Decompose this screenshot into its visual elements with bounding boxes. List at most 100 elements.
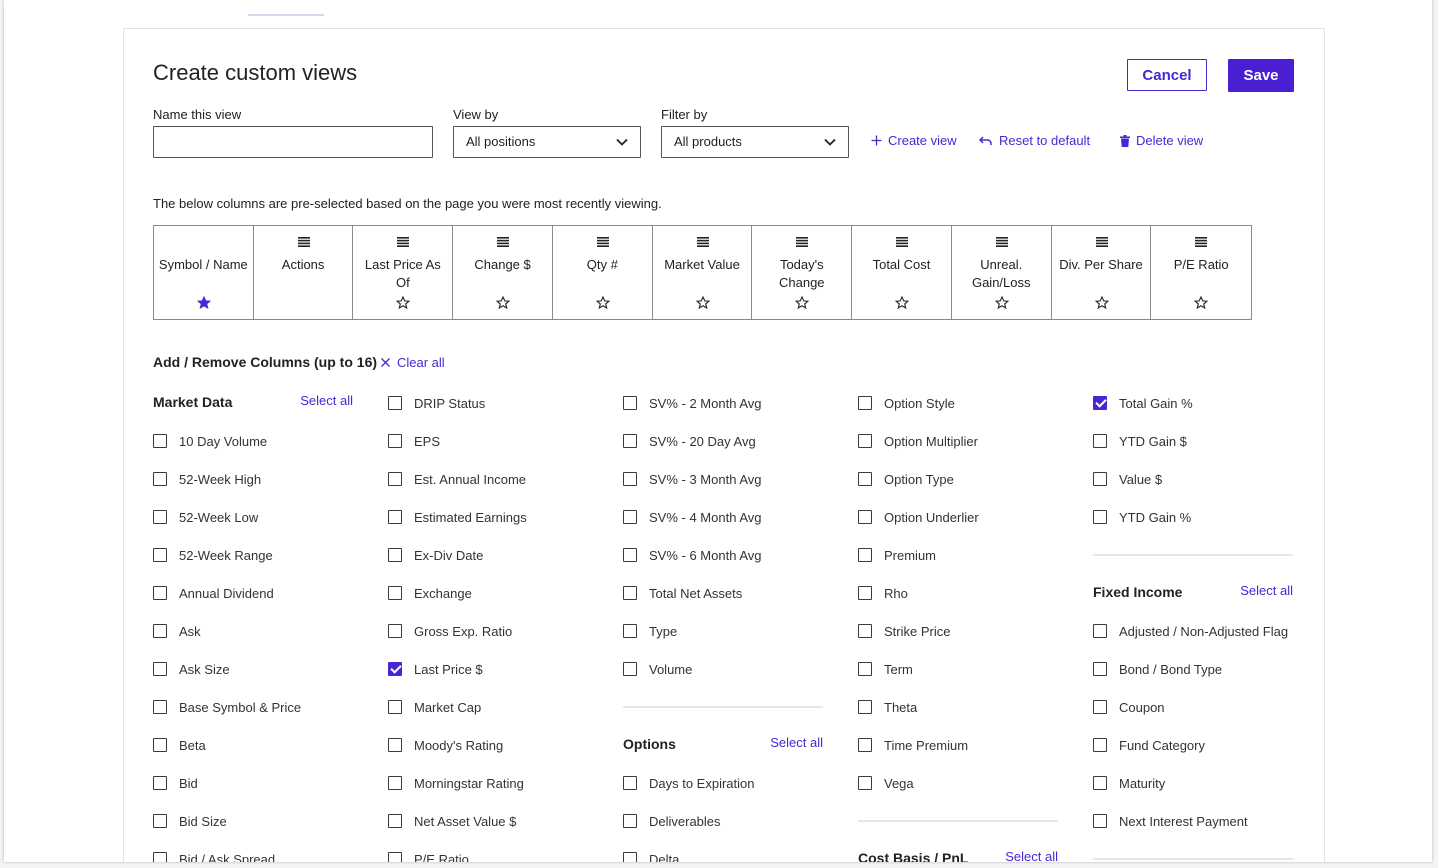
create-view-link[interactable]: Create view	[871, 133, 957, 148]
checkbox[interactable]	[153, 434, 167, 448]
star-icon[interactable]	[795, 296, 810, 310]
checkbox[interactable]	[623, 852, 637, 862]
star-icon[interactable]	[496, 296, 511, 310]
column-option[interactable]: Option Underlier	[858, 498, 1058, 536]
checkbox[interactable]	[153, 472, 167, 486]
checkbox[interactable]	[153, 700, 167, 714]
column-cell[interactable]: Actions	[254, 226, 354, 319]
checkbox[interactable]	[1093, 662, 1107, 676]
column-option[interactable]: SV% - 6 Month Avg	[623, 536, 823, 574]
column-option[interactable]: Deliverables	[623, 802, 823, 840]
star-icon[interactable]	[595, 296, 610, 310]
checkbox[interactable]	[858, 472, 872, 486]
column-option[interactable]: 52-Week High	[153, 460, 353, 498]
column-option[interactable]: Maturity	[1093, 764, 1293, 802]
column-option[interactable]: Type	[623, 612, 823, 650]
column-option[interactable]: P/E Ratio	[388, 840, 588, 862]
column-option[interactable]: Moody's Rating	[388, 726, 588, 764]
column-option[interactable]: Term	[858, 650, 1058, 688]
filterby-select[interactable]: All products	[661, 126, 849, 158]
checkbox[interactable]	[858, 738, 872, 752]
delete-view-link[interactable]: Delete view	[1120, 133, 1203, 148]
checkbox[interactable]	[1093, 814, 1107, 828]
column-cell[interactable]: Total Cost	[852, 226, 952, 319]
column-cell[interactable]: Today's Change	[752, 226, 853, 319]
view-name-input[interactable]	[153, 126, 433, 158]
checkbox[interactable]	[388, 548, 402, 562]
column-option[interactable]: Total Net Assets	[623, 574, 823, 612]
checkbox[interactable]	[153, 586, 167, 600]
column-option[interactable]: Ex-Div Date	[388, 536, 588, 574]
checkbox[interactable]	[1093, 738, 1107, 752]
checkbox[interactable]	[388, 814, 402, 828]
checkbox[interactable]	[388, 852, 402, 862]
column-option[interactable]: YTD Gain %	[1093, 498, 1293, 536]
checkbox[interactable]	[153, 814, 167, 828]
column-option[interactable]: Bond / Bond Type	[1093, 650, 1293, 688]
checkbox[interactable]	[388, 396, 402, 410]
column-option[interactable]: Annual Dividend	[153, 574, 353, 612]
column-option[interactable]: Bid Size	[153, 802, 353, 840]
checkbox[interactable]	[388, 700, 402, 714]
column-option[interactable]: Volume	[623, 650, 823, 688]
column-option[interactable]: Delta	[623, 840, 823, 862]
column-option[interactable]: Days to Expiration	[623, 764, 823, 802]
column-option[interactable]: DRIP Status	[388, 384, 588, 422]
checkbox[interactable]	[858, 776, 872, 790]
star-icon[interactable]	[197, 296, 211, 310]
column-option[interactable]: Coupon	[1093, 688, 1293, 726]
checkbox[interactable]	[1093, 776, 1107, 790]
drag-handle-icon[interactable]	[497, 237, 510, 247]
checkbox[interactable]	[858, 548, 872, 562]
star-icon[interactable]	[1194, 296, 1209, 310]
column-option[interactable]: Ask Size	[153, 650, 353, 688]
checkbox[interactable]	[153, 548, 167, 562]
column-option[interactable]: Bid / Ask Spread	[153, 840, 353, 862]
checkbox-checked[interactable]	[1093, 396, 1107, 410]
column-option[interactable]: 10 Day Volume	[153, 422, 353, 460]
star-icon[interactable]	[994, 296, 1009, 310]
column-option[interactable]: Theta	[858, 688, 1058, 726]
drag-handle-icon[interactable]	[297, 237, 310, 247]
select-all-link[interactable]: Select all	[300, 393, 353, 408]
column-cell[interactable]: P/E Ratio	[1151, 226, 1251, 319]
save-button[interactable]: Save	[1228, 59, 1294, 92]
column-option[interactable]: Rho	[858, 574, 1058, 612]
column-option[interactable]: Next Interest Payment	[1093, 802, 1293, 840]
checkbox[interactable]	[623, 776, 637, 790]
drag-handle-icon[interactable]	[696, 237, 709, 247]
checkbox[interactable]	[858, 510, 872, 524]
checkbox[interactable]	[153, 852, 167, 862]
checkbox[interactable]	[858, 396, 872, 410]
checkbox[interactable]	[388, 624, 402, 638]
drag-handle-icon[interactable]	[796, 237, 809, 247]
checkbox[interactable]	[623, 510, 637, 524]
select-all-link[interactable]: Select all	[1240, 583, 1293, 598]
column-cell[interactable]: Div. Per Share	[1052, 226, 1152, 319]
column-cell[interactable]: Unreal. Gain/Loss	[952, 226, 1052, 319]
column-option[interactable]: YTD Gain $	[1093, 422, 1293, 460]
column-option[interactable]: Net Asset Value $	[388, 802, 588, 840]
drag-handle-icon[interactable]	[397, 237, 410, 247]
drag-handle-icon[interactable]	[596, 237, 609, 247]
reset-default-link[interactable]: Reset to default	[979, 133, 1090, 148]
select-all-link[interactable]: Select all	[770, 735, 823, 750]
checkbox[interactable]	[1093, 624, 1107, 638]
column-option[interactable]: Premium	[858, 536, 1058, 574]
column-option[interactable]: Option Type	[858, 460, 1058, 498]
column-option[interactable]: Option Style	[858, 384, 1058, 422]
checkbox[interactable]	[1093, 434, 1107, 448]
drag-handle-icon[interactable]	[896, 237, 909, 247]
column-option[interactable]: Morningstar Rating	[388, 764, 588, 802]
column-option[interactable]: Market Cap	[388, 688, 588, 726]
clear-all-button[interactable]: Clear all	[381, 355, 445, 370]
column-option[interactable]: EPS	[388, 422, 588, 460]
column-option[interactable]: Est. Annual Income	[388, 460, 588, 498]
column-option[interactable]: Vega	[858, 764, 1058, 802]
column-option[interactable]: Total Gain %	[1093, 384, 1293, 422]
column-cell[interactable]: Symbol / Name	[154, 226, 254, 319]
column-option[interactable]: Base Symbol & Price	[153, 688, 353, 726]
checkbox[interactable]	[153, 662, 167, 676]
checkbox[interactable]	[388, 510, 402, 524]
checkbox[interactable]	[858, 434, 872, 448]
